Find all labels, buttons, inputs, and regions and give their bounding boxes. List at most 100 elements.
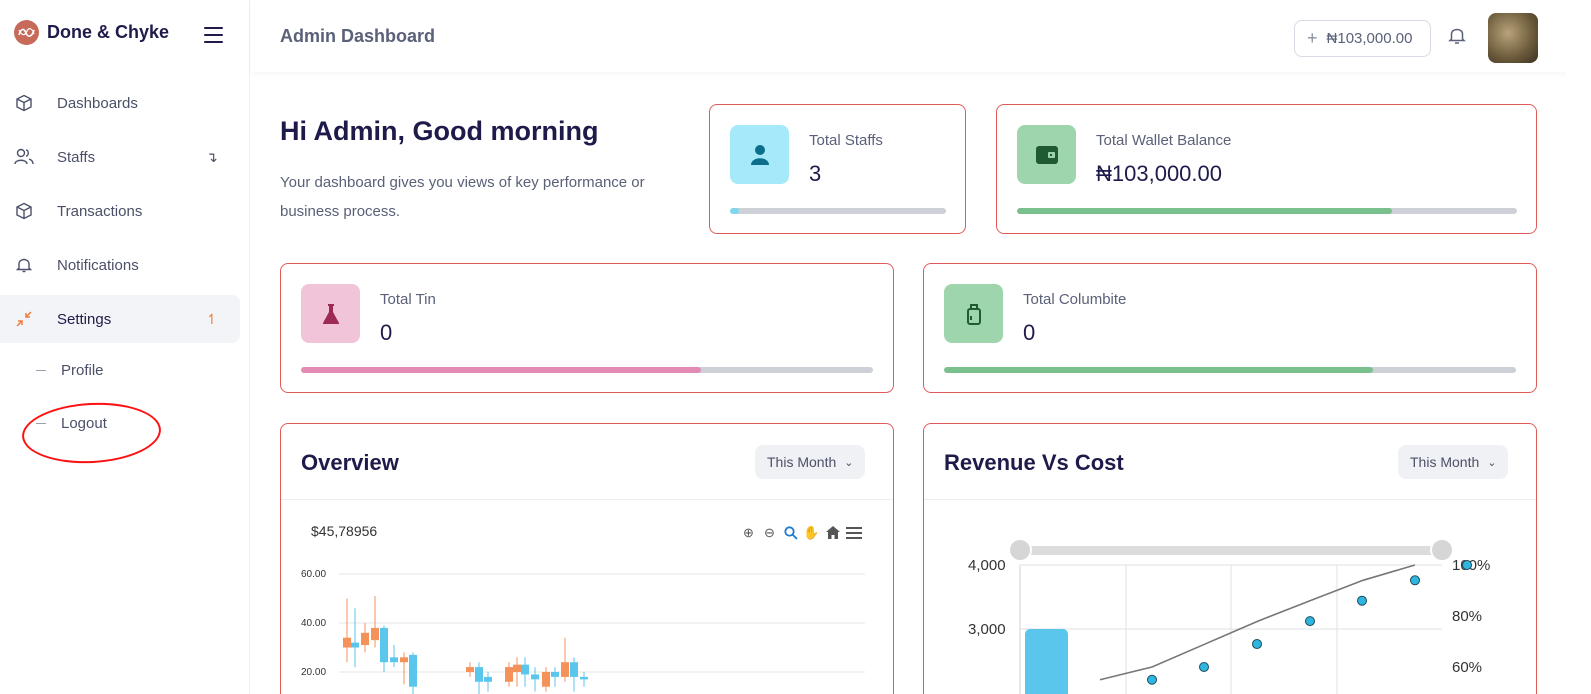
candle-body <box>351 642 359 648</box>
menu-toggle-icon[interactable] <box>204 27 223 43</box>
sidebar-item-staffs[interactable]: Staffs ↴ <box>0 133 240 181</box>
candle-body <box>380 627 388 663</box>
stat-card-total-tin: Total Tin 0 <box>280 263 894 393</box>
users-icon <box>14 147 34 167</box>
panel-divider <box>281 499 893 500</box>
stat-label: Total Columbite <box>1023 291 1127 308</box>
revenue-panel: Revenue Vs Cost This Month ⌄ 4,0003,0001… <box>923 423 1537 694</box>
wallet-balance-button[interactable]: + ₦103,000.00 <box>1294 20 1431 57</box>
sidebar-item-label: Notifications <box>57 256 139 274</box>
wallet-balance-label: ₦103,000.00 <box>1326 30 1413 47</box>
line-point <box>1462 560 1472 570</box>
scrollbar[interactable] <box>1566 0 1591 694</box>
stat-label: Total Tin <box>380 291 436 308</box>
wallet-icon <box>1017 125 1076 184</box>
zoom-select-icon[interactable] <box>782 524 799 541</box>
sidebar-subitem-label: Profile <box>61 362 104 379</box>
top-header: Admin Dashboard + ₦103,000.00 <box>251 0 1591 72</box>
stat-card-total-staffs: Total Staffs 3 <box>709 104 966 234</box>
candle-body <box>551 672 559 677</box>
bell-icon <box>14 255 34 275</box>
candle-body <box>580 676 588 680</box>
zoom-out-icon[interactable]: ⊖ <box>761 524 778 541</box>
stat-label: Total Staffs <box>809 132 883 149</box>
chart-menu-icon[interactable] <box>845 524 862 541</box>
sidebar-item-label: Staffs <box>57 148 96 166</box>
cube-icon <box>14 93 34 113</box>
chart-price-label: $45,78956 <box>311 523 378 539</box>
candle-body <box>531 674 539 680</box>
left-axis-tick-label: 3,000 <box>968 621 1006 638</box>
sidebar-item-dashboards[interactable]: Dashboards <box>0 79 240 127</box>
pan-hand-icon[interactable]: ✋ <box>803 524 820 541</box>
candle-body <box>521 664 529 675</box>
right-axis-tick-label: 80% <box>1452 608 1482 625</box>
notifications-bell-icon[interactable] <box>1448 26 1466 51</box>
candle-body <box>409 654 417 687</box>
chevron-down-icon: ⌄ <box>1487 456 1497 469</box>
candle-body <box>343 637 351 648</box>
line-point <box>1147 674 1157 685</box>
sidebar-item-settings[interactable]: Settings ↿ <box>0 295 240 343</box>
candle-body <box>390 657 398 663</box>
progress-fill <box>1017 208 1392 214</box>
sidebar: Done & Chyke Dashboards Staffs ↴ Transac… <box>0 0 250 694</box>
progress-fill <box>301 367 702 373</box>
stat-value: 3 <box>809 161 822 186</box>
candle-body <box>505 667 513 682</box>
stat-value: ₦103,000.00 <box>1096 161 1222 186</box>
brand-name: Done & Chyke <box>47 22 170 42</box>
dash-icon <box>36 369 46 372</box>
expand-caret-icon: ↴ <box>206 148 218 165</box>
avatar[interactable] <box>1488 13 1538 63</box>
y-tick-label: 20.00 <box>301 667 326 678</box>
overview-title: Overview <box>301 450 399 475</box>
sidebar-item-label: Settings <box>57 310 112 328</box>
zoom-in-icon[interactable]: ⊕ <box>740 524 757 541</box>
brand-logo-icon <box>14 20 39 45</box>
line-point <box>1252 639 1262 650</box>
greeting-title: Hi Admin, Good morning <box>280 116 599 146</box>
progress-bar <box>301 367 873 373</box>
progress-bar <box>944 367 1516 373</box>
progress-fill <box>730 208 739 214</box>
overview-period-dropdown[interactable]: This Month ⌄ <box>755 445 866 479</box>
stat-value: 0 <box>380 320 393 345</box>
candlestick-chart: 60.00 40.00 20.00 <box>301 569 865 694</box>
canister-icon <box>944 284 1003 343</box>
brand[interactable]: Done & Chyke <box>14 20 169 45</box>
sidebar-item-notifications[interactable]: Notifications <box>0 241 240 289</box>
candle-body <box>466 667 474 672</box>
range-slider-track <box>1020 546 1442 555</box>
candle-body <box>400 657 408 663</box>
sidebar-item-transactions[interactable]: Transactions <box>0 187 240 235</box>
stat-card-total-columbite: Total Columbite 0 <box>923 263 1537 393</box>
overview-panel: Overview This Month ⌄ $45,78956 ⊕ ⊖ ✋ 60… <box>280 423 894 694</box>
flask-icon <box>301 284 360 343</box>
cube-icon <box>14 201 34 221</box>
progress-fill <box>944 367 1373 373</box>
chart-toolbar: ⊕ ⊖ ✋ <box>740 524 862 541</box>
line-point <box>1199 662 1209 672</box>
revenue-period-dropdown[interactable]: This Month ⌄ <box>1398 445 1509 479</box>
candle-body <box>475 667 483 682</box>
candle-body <box>513 664 521 672</box>
plus-icon: + <box>1307 28 1318 48</box>
sidebar-item-label: Transactions <box>57 202 143 220</box>
sidebar-subitem-profile[interactable]: Profile <box>36 362 104 379</box>
panel-divider <box>924 499 1536 500</box>
candle-body <box>361 632 369 646</box>
candle-body <box>484 676 492 682</box>
line-point <box>1357 595 1367 606</box>
sidebar-item-label: Dashboards <box>57 94 138 112</box>
revenue-cost-chart: 4,0003,000100%80%60% <box>968 538 1490 694</box>
line-point <box>1305 616 1315 627</box>
revenue-title: Revenue Vs Cost <box>944 450 1124 475</box>
user-icon <box>730 125 789 184</box>
line-point <box>1410 575 1420 586</box>
red-circle-annotation <box>20 399 163 467</box>
collapse-icon <box>14 309 34 329</box>
left-axis-tick-label: 4,000 <box>968 557 1006 574</box>
home-reset-icon[interactable] <box>824 524 841 541</box>
period-label: This Month <box>1410 454 1480 470</box>
